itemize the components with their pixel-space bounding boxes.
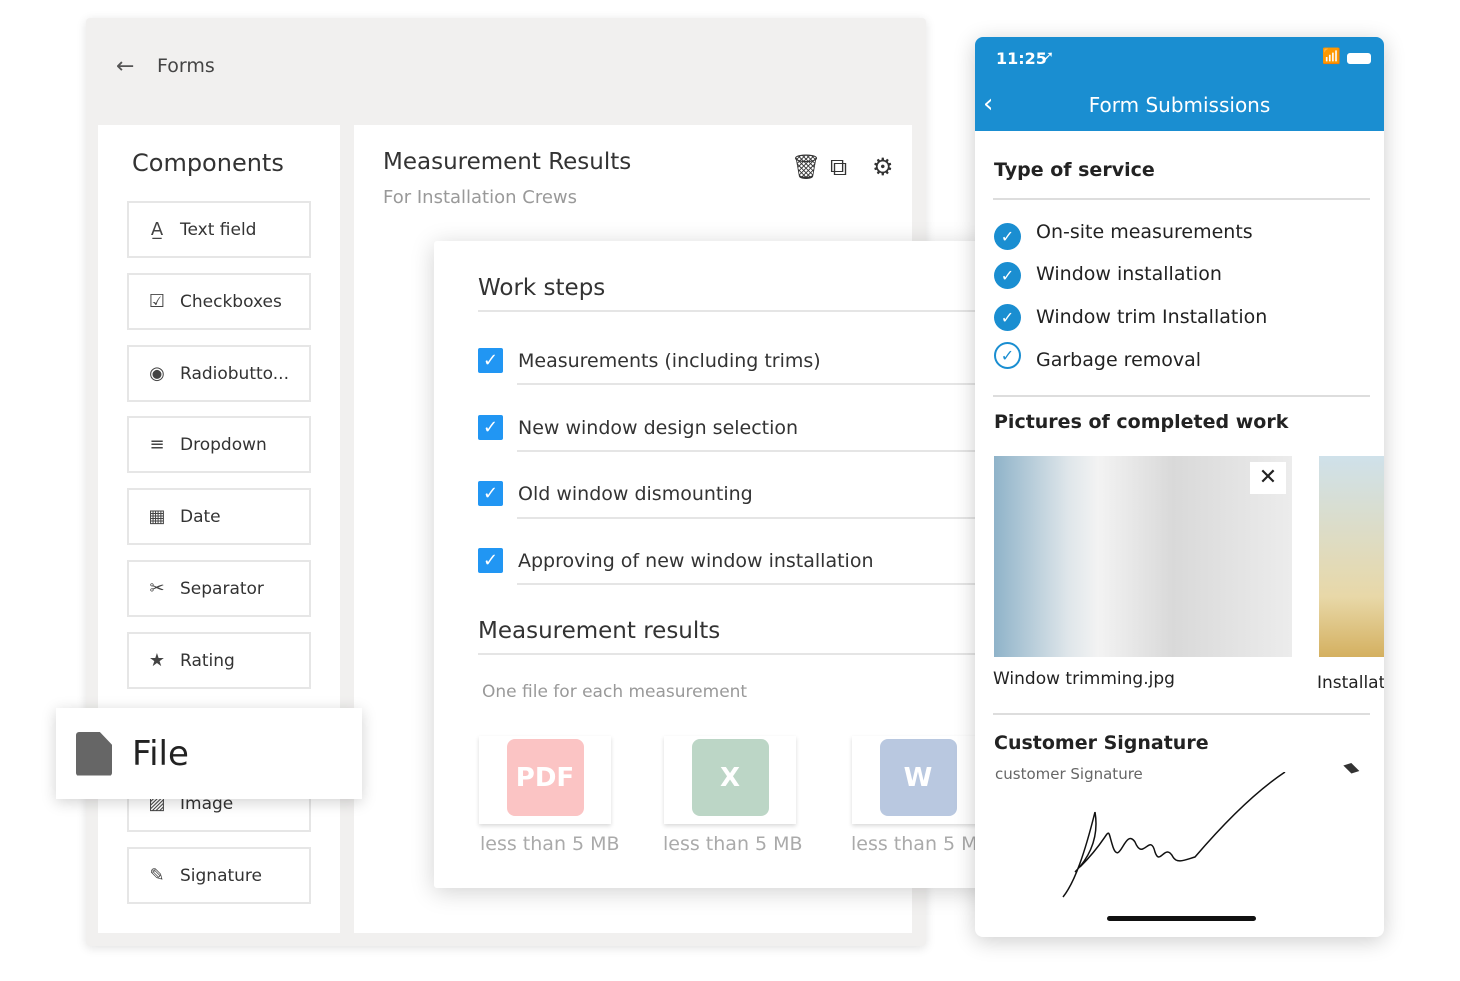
checked-circle-icon[interactable]: ✓ <box>994 304 1021 331</box>
file-size: less than 5 MB <box>851 833 991 855</box>
service-item: Window installation <box>1036 263 1222 285</box>
component-date[interactable]: ▦ Date <box>127 488 311 545</box>
picture-name: Window trimming.jpg <box>993 669 1175 689</box>
picture-name: Installati <box>1317 673 1384 693</box>
step-checkbox[interactable]: ✓ Approving of new window installation <box>478 548 874 573</box>
service-title: Type of service <box>994 159 1155 181</box>
mobile-app: 11:25 ➚ 📶 ‹ Form Submissions Type of ser… <box>975 37 1384 937</box>
component-rating[interactable]: ★ Rating <box>127 632 311 689</box>
file-component-drag[interactable]: File <box>56 708 362 799</box>
check-icon: ✓ <box>478 481 503 506</box>
component-label: Separator <box>180 578 264 599</box>
battery-icon <box>1347 53 1371 64</box>
pdf-icon: PDF <box>506 739 584 816</box>
gear-icon[interactable]: ⚙ <box>872 153 894 181</box>
word-icon: W <box>879 739 957 816</box>
file-size: less than 5 MB <box>663 833 803 855</box>
results-hint: One file for each measurement <box>482 682 748 702</box>
component-label: Radiobutto... <box>180 363 289 384</box>
scissors-icon: ✂ <box>149 578 165 599</box>
checked-circle-icon[interactable]: ✓ <box>994 262 1021 289</box>
step-label: Old window dismounting <box>518 482 753 505</box>
check-icon: ✓ <box>478 548 503 573</box>
checkbox-icon: ☑ <box>148 291 166 312</box>
step-label: Measurements (including trims) <box>518 349 821 372</box>
pictures-title: Pictures of completed work <box>994 411 1289 433</box>
component-text-field[interactable]: A̲ Text field <box>127 201 311 258</box>
signature-drawing[interactable] <box>1055 772 1295 902</box>
word-file-tile[interactable]: W <box>852 736 984 824</box>
text-field-icon: A̲ <box>150 219 164 240</box>
step-checkbox[interactable]: ✓ New window design selection <box>478 415 798 440</box>
check-icon: ✓ <box>478 415 503 440</box>
component-radiobuttons[interactable]: ◉ Radiobutto... <box>127 345 311 402</box>
file-size: less than 5 MB <box>480 833 620 855</box>
component-separator[interactable]: ✂ Separator <box>127 560 311 617</box>
results-title: Measurement results <box>478 618 721 644</box>
form-subtitle: For Installation Crews <box>383 187 578 208</box>
excel-file-tile[interactable]: X <box>664 736 796 824</box>
eraser-icon[interactable]: ▰ <box>1339 753 1367 781</box>
component-label: Rating <box>180 650 235 671</box>
delete-icon[interactable]: 🗑 <box>791 153 821 181</box>
components-panel: Components A̲ Text field ☑ Checkboxes ◉ Rad… <box>98 125 340 933</box>
component-label: Dropdown <box>180 434 267 455</box>
app-title: Form Submissions <box>1088 93 1271 117</box>
checked-circle-icon[interactable]: ✓ <box>994 223 1021 250</box>
component-label: Text field <box>180 219 257 240</box>
component-label: Checkboxes <box>180 291 282 312</box>
radio-icon: ◉ <box>149 363 165 384</box>
back-arrow-icon[interactable]: ← <box>116 54 134 79</box>
close-icon[interactable]: ✕ <box>1250 462 1286 494</box>
service-item: Garbage removal <box>1036 349 1202 371</box>
star-icon: ★ <box>148 650 166 671</box>
component-checkboxes[interactable]: ☑ Checkboxes <box>127 273 311 330</box>
copy-icon[interactable]: ⧉ <box>830 153 847 181</box>
components-heading: Components <box>132 149 284 177</box>
page-title: Forms <box>157 55 215 77</box>
dropdown-icon: ≡ <box>149 434 165 455</box>
component-dropdown[interactable]: ≡ Dropdown <box>127 416 311 473</box>
step-label: Approving of new window installation <box>518 549 874 572</box>
status-time: 11:25 <box>996 49 1047 68</box>
wifi-icon: 📶 <box>1322 47 1341 65</box>
picture-thumbnail[interactable] <box>1319 456 1384 657</box>
step-label: New window design selection <box>518 416 799 439</box>
unchecked-circle-icon[interactable]: ✓ <box>994 342 1021 369</box>
check-icon: ✓ <box>478 348 503 373</box>
pdf-file-tile[interactable]: PDF <box>479 736 611 824</box>
home-indicator <box>1107 916 1256 921</box>
component-label: Signature <box>180 865 263 886</box>
picture-thumbnail[interactable]: ✕ <box>994 456 1292 657</box>
component-signature[interactable]: ✎ Signature <box>127 847 311 904</box>
location-icon: ➚ <box>1043 49 1054 64</box>
form-title: Measurement Results <box>383 149 632 175</box>
form-preview-card: Work steps ✓ Measurements (including trim… <box>434 241 994 888</box>
excel-icon: X <box>691 739 769 816</box>
calendar-icon: ▦ <box>148 506 166 527</box>
signature-title: Customer Signature <box>994 732 1209 754</box>
service-item: Window trim Installation <box>1036 306 1268 328</box>
service-item: On-site measurements <box>1036 221 1253 243</box>
pencil-icon: ✎ <box>149 865 165 886</box>
work-steps-title: Work steps <box>478 275 606 301</box>
file-label: File <box>132 733 189 774</box>
step-checkbox[interactable]: ✓ Old window dismounting <box>478 481 753 506</box>
file-icon <box>76 731 112 776</box>
component-label: Date <box>180 506 221 527</box>
app-header: 11:25 ➚ 📶 ‹ Form Submissions <box>975 37 1384 131</box>
step-checkbox[interactable]: ✓ Measurements (including trims) <box>478 348 821 373</box>
